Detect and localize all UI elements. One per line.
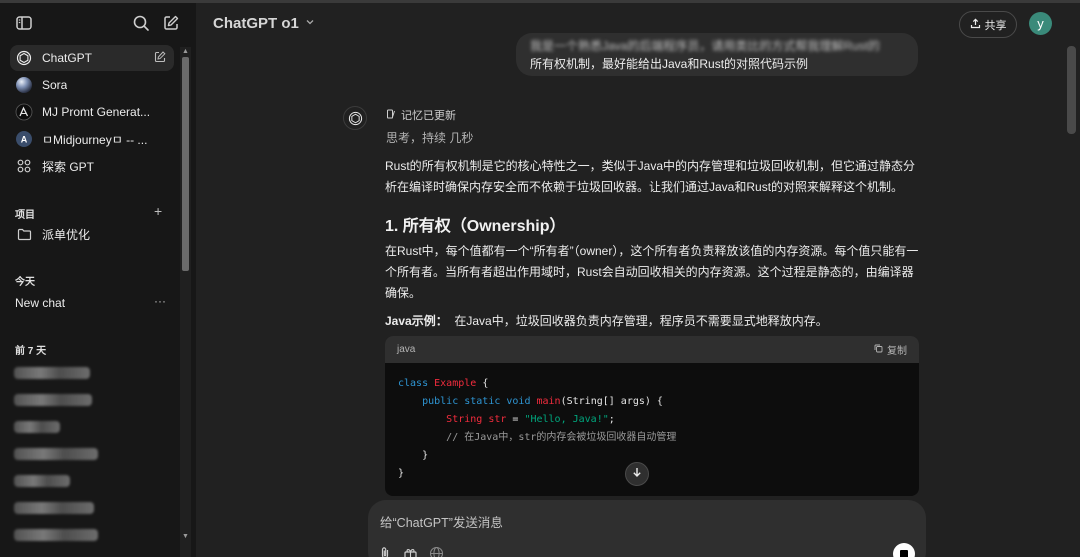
share-icon — [970, 18, 981, 32]
arrow-down-icon — [631, 465, 643, 483]
user-message-line: 我是一个熟悉Java的后端程序员，请用类比的方式帮我理解Rust的 — [530, 39, 881, 53]
code-language: java — [397, 344, 416, 355]
code-block-header: java 复制 — [385, 336, 919, 363]
memory-updated-indicator[interactable]: 记忆已更新 — [386, 107, 456, 123]
sidebar-item-chatgpt[interactable]: ChatGPT — [10, 45, 174, 71]
chevron-down-icon — [305, 17, 315, 30]
avatar[interactable]: y — [1029, 12, 1052, 35]
section-heading: 1. 所有权（Ownership） — [385, 218, 566, 235]
sidebar-item-sora[interactable]: Sora — [10, 72, 174, 98]
ownership-paragraph: 在Rust中，每个值都有一个“所有者”（owner），这个所有者负责释放该值的内… — [385, 244, 919, 300]
scroll-to-bottom-button[interactable] — [625, 462, 649, 486]
redacted-chat-item[interactable] — [14, 367, 90, 379]
share-label: 共享 — [984, 19, 1007, 32]
thinking-status[interactable]: 思考，持续 几秒 — [386, 129, 473, 146]
redacted-chat-item[interactable] — [14, 421, 60, 433]
attach-icon[interactable] — [376, 544, 394, 557]
redacted-chat-item[interactable] — [14, 394, 92, 406]
projects-heading: 项目 — [15, 210, 35, 221]
sidebar-item-label: MJ Promt Generat... — [42, 105, 151, 119]
midjourney-gpt-icon: A — [14, 129, 34, 149]
message-input[interactable]: 给“ChatGPT”发送消息 — [380, 512, 503, 531]
sidebar-item-label: Sora — [42, 78, 68, 92]
conversation-scrollbar[interactable] — [1067, 46, 1076, 134]
code-line: } — [398, 468, 405, 479]
code-line: class Example { — [398, 378, 489, 389]
copy-icon — [874, 344, 883, 356]
sidebar-scrollbar[interactable]: ▲ ▼ — [180, 47, 191, 557]
stop-icon — [900, 550, 908, 557]
folder-icon — [14, 224, 34, 244]
code-block: java 复制 class Example { public static vo… — [385, 336, 919, 496]
svg-text:A: A — [21, 135, 28, 145]
redacted-chat-item[interactable] — [14, 475, 70, 487]
redacted-chat-item[interactable] — [14, 448, 98, 460]
sidebar-item-midjourney[interactable]: A ㅁMidjourneyㅁ -- ... — [10, 126, 174, 152]
toggle-sidebar-icon[interactable] — [12, 11, 36, 35]
code-line: } — [422, 450, 429, 461]
code-line: String str = "Hello, Java!"; — [446, 414, 615, 425]
sidebar-scroll-thumb[interactable] — [182, 57, 189, 271]
scroll-up-arrow-icon[interactable]: ▲ — [181, 48, 190, 56]
copy-code-button[interactable]: 复制 — [874, 342, 907, 357]
sora-icon — [14, 75, 34, 95]
code-body: class Example { public static void main(… — [385, 363, 919, 495]
sidebar-item-label: ㅁMidjourneyㅁ -- ... — [42, 132, 148, 147]
sidebar-item-explore-gpt[interactable]: 探索 GPT — [10, 153, 174, 179]
sidebar: ChatGPT Sora MJ Promt Generat... A ㅁMidj… — [0, 3, 196, 557]
openai-logo-icon — [14, 48, 34, 68]
memory-pencil-icon — [386, 109, 396, 122]
search-icon[interactable] — [129, 11, 153, 35]
model-title: ChatGPT o1 — [213, 15, 299, 32]
sidebar-item-label: New chat — [15, 296, 66, 310]
sidebar-item-label: 探索 GPT — [42, 159, 95, 174]
explore-grid-icon — [14, 156, 34, 176]
edit-icon[interactable] — [154, 51, 166, 66]
scroll-down-arrow-icon[interactable]: ▼ — [181, 533, 190, 541]
tools-gift-icon[interactable] — [401, 544, 419, 557]
copy-label: 复制 — [887, 346, 907, 357]
message-composer: 给“ChatGPT”发送消息 — [368, 500, 926, 557]
sidebar-item-new-chat[interactable]: New chat ··· — [10, 290, 174, 316]
user-message-line: 所有权机制，最好能给出Java和Rust的对照代码示例 — [530, 57, 809, 71]
mj-gpt-icon — [14, 102, 34, 122]
assistant-avatar-icon — [343, 106, 367, 130]
redacted-chat-item[interactable] — [14, 502, 94, 514]
add-project-icon[interactable]: + — [154, 203, 162, 219]
today-heading: 今天 — [15, 277, 35, 288]
sidebar-header — [0, 11, 196, 41]
user-message-bubble: 我是一个熟悉Java的后端程序员，请用类比的方式帮我理解Rust的 所有权机制，… — [516, 33, 918, 76]
globe-icon[interactable] — [427, 544, 445, 557]
sidebar-item-label: ChatGPT — [42, 51, 93, 65]
new-chat-icon[interactable] — [159, 11, 183, 35]
sidebar-item-mj-promt-generator[interactable]: MJ Promt Generat... — [10, 99, 174, 125]
model-selector[interactable]: ChatGPT o1 — [213, 15, 315, 32]
redacted-chat-item[interactable] — [14, 529, 98, 541]
code-line: // 在Java中，str的内存会被垃圾回收器自动管理 — [446, 432, 677, 443]
memory-label: 记忆已更新 — [401, 110, 456, 122]
main-panel: ChatGPT o1 共享 y 我是一个熟悉Java的后端程序员，请用类比的方式… — [196, 3, 1080, 557]
java-example-text: 在Java中，垃圾回收器负责内存管理，程序员不需要显式地释放内存。 — [454, 314, 828, 328]
sidebar-item-label: 派单优化 — [42, 227, 91, 242]
code-line: public static void main(String[] args) { — [422, 396, 663, 407]
java-example-line: Java示例： 在Java中，垃圾回收器负责内存管理，程序员不需要显式地释放内存… — [385, 312, 828, 329]
share-button[interactable]: 共享 — [959, 11, 1017, 38]
sidebar-item-project[interactable]: 派单优化 — [10, 221, 174, 247]
java-example-label: Java示例： — [385, 314, 448, 328]
more-options-icon[interactable]: ··· — [154, 294, 166, 308]
previous-7-days-heading: 前 7 天 — [15, 346, 47, 357]
stop-generating-button[interactable] — [893, 543, 915, 557]
intro-paragraph: Rust的所有权机制是它的核心特性之一，类似于Java中的内存管理和垃圾回收机制… — [385, 159, 916, 194]
